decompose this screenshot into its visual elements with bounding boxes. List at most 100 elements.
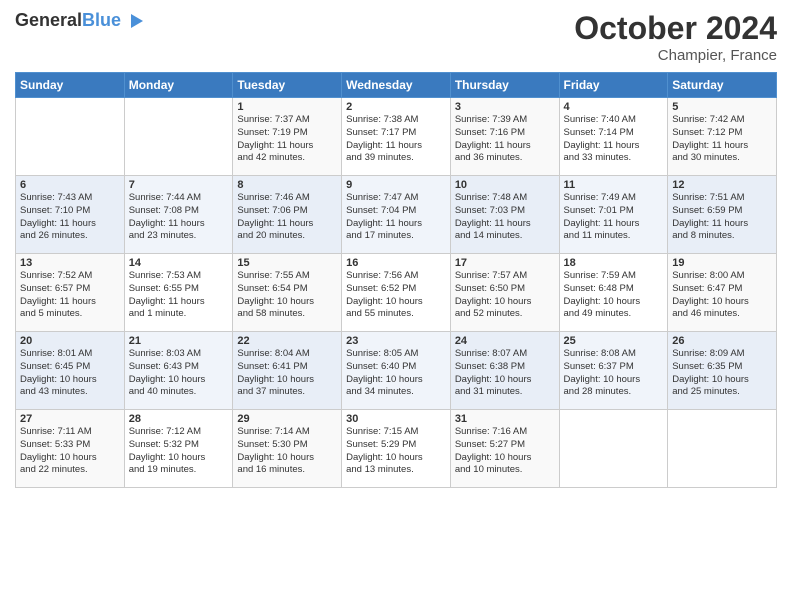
day-number: 23 <box>346 335 446 347</box>
calendar-cell: 15Sunrise: 7:55 AMSunset: 6:54 PMDayligh… <box>233 254 342 332</box>
calendar-cell: 13Sunrise: 7:52 AMSunset: 6:57 PMDayligh… <box>16 254 125 332</box>
calendar-week: 20Sunrise: 8:01 AMSunset: 6:45 PMDayligh… <box>16 332 777 410</box>
day-info: Sunrise: 7:47 AMSunset: 7:04 PMDaylight:… <box>346 192 446 243</box>
day-info: Sunrise: 7:53 AMSunset: 6:55 PMDaylight:… <box>129 270 229 321</box>
calendar-header: GeneralBlue October 2024 Champier, Franc… <box>15 10 777 64</box>
calendar-cell: 17Sunrise: 7:57 AMSunset: 6:50 PMDayligh… <box>450 254 559 332</box>
day-number: 12 <box>672 179 772 191</box>
day-number: 7 <box>129 179 229 191</box>
month-title: October 2024 <box>574 10 777 47</box>
calendar-cell <box>668 410 777 488</box>
day-number: 28 <box>129 413 229 425</box>
calendar-cell: 8Sunrise: 7:46 AMSunset: 7:06 PMDaylight… <box>233 176 342 254</box>
day-info: Sunrise: 7:55 AMSunset: 6:54 PMDaylight:… <box>237 270 337 321</box>
day-info: Sunrise: 7:42 AMSunset: 7:12 PMDaylight:… <box>672 114 772 165</box>
day-info: Sunrise: 7:56 AMSunset: 6:52 PMDaylight:… <box>346 270 446 321</box>
day-number: 10 <box>455 179 555 191</box>
calendar-cell: 11Sunrise: 7:49 AMSunset: 7:01 PMDayligh… <box>559 176 668 254</box>
day-info: Sunrise: 8:09 AMSunset: 6:35 PMDaylight:… <box>672 348 772 399</box>
calendar-cell: 20Sunrise: 8:01 AMSunset: 6:45 PMDayligh… <box>16 332 125 410</box>
day-number: 31 <box>455 413 555 425</box>
day-number: 5 <box>672 101 772 113</box>
calendar-cell: 1Sunrise: 7:37 AMSunset: 7:19 PMDaylight… <box>233 98 342 176</box>
calendar-cell: 9Sunrise: 7:47 AMSunset: 7:04 PMDaylight… <box>342 176 451 254</box>
calendar-cell: 16Sunrise: 7:56 AMSunset: 6:52 PMDayligh… <box>342 254 451 332</box>
calendar-cell: 25Sunrise: 8:08 AMSunset: 6:37 PMDayligh… <box>559 332 668 410</box>
calendar-week: 27Sunrise: 7:11 AMSunset: 5:33 PMDayligh… <box>16 410 777 488</box>
day-info: Sunrise: 7:57 AMSunset: 6:50 PMDaylight:… <box>455 270 555 321</box>
header-row: SundayMondayTuesdayWednesdayThursdayFrid… <box>16 73 777 98</box>
day-info: Sunrise: 7:12 AMSunset: 5:32 PMDaylight:… <box>129 426 229 477</box>
calendar-cell: 24Sunrise: 8:07 AMSunset: 6:38 PMDayligh… <box>450 332 559 410</box>
day-info: Sunrise: 7:40 AMSunset: 7:14 PMDaylight:… <box>564 114 664 165</box>
day-number: 3 <box>455 101 555 113</box>
day-info: Sunrise: 7:14 AMSunset: 5:30 PMDaylight:… <box>237 426 337 477</box>
day-number: 1 <box>237 101 337 113</box>
day-number: 6 <box>20 179 120 191</box>
day-number: 24 <box>455 335 555 347</box>
day-number: 11 <box>564 179 664 191</box>
calendar-cell: 7Sunrise: 7:44 AMSunset: 7:08 PMDaylight… <box>124 176 233 254</box>
calendar-cell: 6Sunrise: 7:43 AMSunset: 7:10 PMDaylight… <box>16 176 125 254</box>
day-header: Sunday <box>16 73 125 98</box>
day-info: Sunrise: 7:16 AMSunset: 5:27 PMDaylight:… <box>455 426 555 477</box>
day-info: Sunrise: 7:52 AMSunset: 6:57 PMDaylight:… <box>20 270 120 321</box>
day-info: Sunrise: 8:03 AMSunset: 6:43 PMDaylight:… <box>129 348 229 399</box>
day-number: 13 <box>20 257 120 269</box>
day-info: Sunrise: 7:48 AMSunset: 7:03 PMDaylight:… <box>455 192 555 243</box>
day-info: Sunrise: 8:05 AMSunset: 6:40 PMDaylight:… <box>346 348 446 399</box>
title-block: October 2024 Champier, France <box>574 10 777 64</box>
day-info: Sunrise: 7:37 AMSunset: 7:19 PMDaylight:… <box>237 114 337 165</box>
logo-text: GeneralBlue <box>15 11 121 31</box>
calendar-cell: 14Sunrise: 7:53 AMSunset: 6:55 PMDayligh… <box>124 254 233 332</box>
calendar-cell: 23Sunrise: 8:05 AMSunset: 6:40 PMDayligh… <box>342 332 451 410</box>
day-header: Saturday <box>668 73 777 98</box>
calendar-cell <box>16 98 125 176</box>
day-info: Sunrise: 7:39 AMSunset: 7:16 PMDaylight:… <box>455 114 555 165</box>
calendar-cell: 4Sunrise: 7:40 AMSunset: 7:14 PMDaylight… <box>559 98 668 176</box>
day-info: Sunrise: 7:46 AMSunset: 7:06 PMDaylight:… <box>237 192 337 243</box>
day-number: 2 <box>346 101 446 113</box>
day-header: Wednesday <box>342 73 451 98</box>
calendar-cell: 28Sunrise: 7:12 AMSunset: 5:32 PMDayligh… <box>124 410 233 488</box>
day-info: Sunrise: 7:59 AMSunset: 6:48 PMDaylight:… <box>564 270 664 321</box>
day-number: 18 <box>564 257 664 269</box>
day-number: 9 <box>346 179 446 191</box>
day-info: Sunrise: 7:11 AMSunset: 5:33 PMDaylight:… <box>20 426 120 477</box>
day-number: 20 <box>20 335 120 347</box>
day-number: 25 <box>564 335 664 347</box>
calendar-table: SundayMondayTuesdayWednesdayThursdayFrid… <box>15 72 777 488</box>
day-number: 19 <box>672 257 772 269</box>
day-info: Sunrise: 7:51 AMSunset: 6:59 PMDaylight:… <box>672 192 772 243</box>
day-info: Sunrise: 7:49 AMSunset: 7:01 PMDaylight:… <box>564 192 664 243</box>
day-info: Sunrise: 7:38 AMSunset: 7:17 PMDaylight:… <box>346 114 446 165</box>
day-number: 22 <box>237 335 337 347</box>
calendar-cell: 21Sunrise: 8:03 AMSunset: 6:43 PMDayligh… <box>124 332 233 410</box>
day-number: 21 <box>129 335 229 347</box>
day-info: Sunrise: 8:01 AMSunset: 6:45 PMDaylight:… <box>20 348 120 399</box>
calendar-week: 6Sunrise: 7:43 AMSunset: 7:10 PMDaylight… <box>16 176 777 254</box>
calendar-cell: 31Sunrise: 7:16 AMSunset: 5:27 PMDayligh… <box>450 410 559 488</box>
calendar-cell: 30Sunrise: 7:15 AMSunset: 5:29 PMDayligh… <box>342 410 451 488</box>
day-number: 29 <box>237 413 337 425</box>
day-header: Monday <box>124 73 233 98</box>
calendar-cell: 5Sunrise: 7:42 AMSunset: 7:12 PMDaylight… <box>668 98 777 176</box>
day-header: Tuesday <box>233 73 342 98</box>
day-number: 14 <box>129 257 229 269</box>
day-number: 4 <box>564 101 664 113</box>
calendar-week: 1Sunrise: 7:37 AMSunset: 7:19 PMDaylight… <box>16 98 777 176</box>
logo: GeneralBlue <box>15 10 145 32</box>
day-number: 26 <box>672 335 772 347</box>
day-info: Sunrise: 8:07 AMSunset: 6:38 PMDaylight:… <box>455 348 555 399</box>
day-info: Sunrise: 7:44 AMSunset: 7:08 PMDaylight:… <box>129 192 229 243</box>
day-header: Friday <box>559 73 668 98</box>
calendar-cell: 18Sunrise: 7:59 AMSunset: 6:48 PMDayligh… <box>559 254 668 332</box>
day-number: 16 <box>346 257 446 269</box>
day-number: 8 <box>237 179 337 191</box>
calendar-cell: 10Sunrise: 7:48 AMSunset: 7:03 PMDayligh… <box>450 176 559 254</box>
day-info: Sunrise: 7:15 AMSunset: 5:29 PMDaylight:… <box>346 426 446 477</box>
calendar-cell: 29Sunrise: 7:14 AMSunset: 5:30 PMDayligh… <box>233 410 342 488</box>
calendar-cell: 26Sunrise: 8:09 AMSunset: 6:35 PMDayligh… <box>668 332 777 410</box>
day-info: Sunrise: 8:04 AMSunset: 6:41 PMDaylight:… <box>237 348 337 399</box>
day-number: 17 <box>455 257 555 269</box>
